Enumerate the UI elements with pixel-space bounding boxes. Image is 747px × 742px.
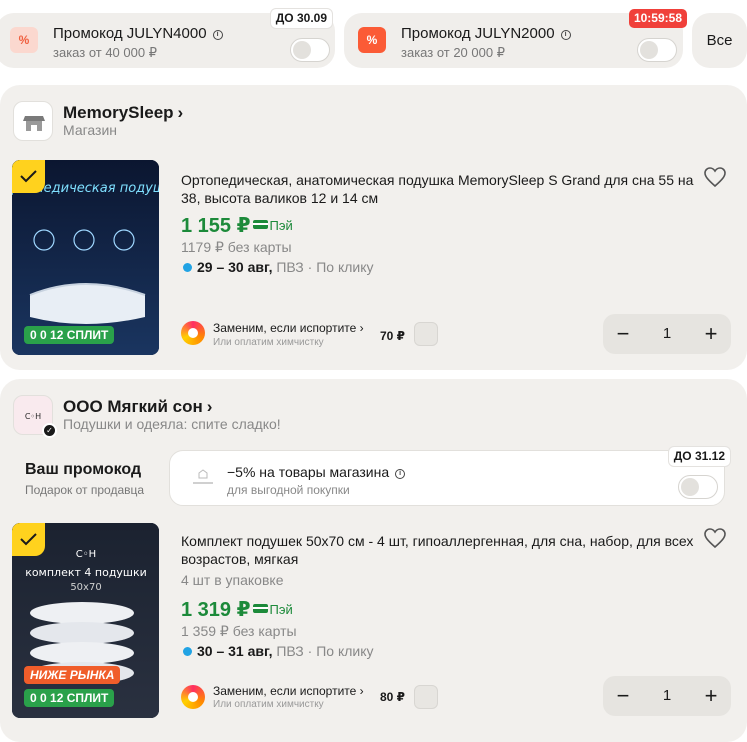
promo-title: Промокод JULYN2000 i	[401, 25, 571, 42]
delivery-info: 30 – 31 авг, ПВЗ · По клику	[183, 643, 374, 659]
percent-coupon-icon: %	[10, 27, 38, 53]
price: 1 155 ₽ Пэй	[181, 215, 293, 237]
increase-button[interactable]: +	[691, 314, 731, 354]
replace-subtitle: Или оплатим химчистку	[213, 337, 324, 348]
delivery-info: 29 – 30 авг, ПВЗ · По клику	[183, 259, 374, 275]
pack-info: 4 шт в упаковке	[181, 572, 284, 588]
image-brand-text: С◦Н	[76, 549, 96, 560]
replace-checkbox[interactable]	[414, 685, 438, 709]
shop-promo-toggle[interactable]	[678, 475, 718, 499]
shop-mini-logo-icon	[193, 469, 213, 484]
split-label: 0 0 12 СПЛИТ	[24, 326, 115, 344]
shop-promo-subtitle: для выгодной покупки	[227, 483, 350, 497]
price: 1 319 ₽ Пэй	[181, 599, 293, 621]
your-promo-title: Ваш промокод	[25, 461, 142, 478]
chevron-right-icon: ›	[206, 397, 213, 416]
shop-promo-card[interactable]: −5% на товары магазина i для выгодной пок…	[169, 447, 730, 506]
verified-icon: ✓	[42, 423, 57, 438]
promo-timer-badge: 10:59:58	[628, 9, 687, 28]
your-promo-subtitle: Подарок от продавца	[25, 483, 145, 497]
shop-name-link[interactable]: ООО Мягкий сон ›	[63, 397, 212, 417]
selected-checkbox[interactable]	[12, 160, 45, 193]
product-image[interactable]: ортопедическая подушка 0 0 12 СПЛИТ	[12, 160, 159, 355]
quantity-stepper: − 1 +	[603, 676, 731, 716]
shop-logo[interactable]: С◦Н ✓	[13, 395, 57, 438]
promo-card-julyn4000[interactable]: % Промокод JULYN4000 i заказ от 40 000 ₽ …	[0, 9, 335, 68]
info-icon[interactable]: i	[560, 30, 571, 40]
replace-title-link[interactable]: Заменим, если испортите ›	[213, 684, 364, 698]
promo-card-julyn2000[interactable]: % Промокод JULYN2000 i заказ от 20 000 ₽ …	[344, 9, 687, 68]
promo-subtitle: заказ от 20 000 ₽	[401, 45, 505, 60]
image-size-text: 50х70	[70, 582, 101, 593]
shop-promo-title: −5% на товары магазина i	[227, 464, 406, 480]
store-icon	[23, 116, 45, 131]
quantity-value: 1	[662, 687, 672, 704]
heart-icon[interactable]	[703, 527, 727, 549]
all-promos-button[interactable]: Все	[692, 13, 747, 68]
quantity-stepper: − 1 +	[603, 314, 731, 354]
card-pay-icon	[252, 604, 268, 613]
shop-subtitle: Магазин	[63, 122, 118, 138]
info-icon[interactable]: i	[395, 469, 406, 479]
replace-service-logo	[181, 685, 205, 709]
shop-block-memorysleep: MemorySleep › Магазин ортопедическая поду…	[0, 85, 747, 370]
shop-name-link[interactable]: MemorySleep ›	[63, 103, 183, 123]
replace-service-logo	[181, 321, 205, 345]
below-market-label: НИЖЕ РЫНКА	[24, 666, 121, 684]
promo-deadline-badge: ДО 31.12	[668, 447, 730, 466]
price-without-card: 1 359 ₽ без карты	[181, 623, 297, 639]
promo-subtitle: заказ от 40 000 ₽	[53, 45, 157, 60]
delivery-dot-icon	[183, 263, 192, 272]
replace-subtitle: Или оплатим химчистку	[213, 699, 324, 710]
promo-toggle[interactable]	[637, 38, 677, 62]
price-without-card: 1179 ₽ без карты	[181, 239, 292, 255]
promo-toggle[interactable]	[290, 38, 330, 62]
replace-price: 80 ₽	[380, 690, 406, 704]
replace-price: 70 ₽	[380, 329, 406, 343]
replace-checkbox[interactable]	[414, 322, 438, 346]
heart-icon[interactable]	[703, 166, 727, 188]
increase-button[interactable]: +	[691, 676, 731, 716]
shop-block-myagkiy-son: С◦Н ✓ ООО Мягкий сон › Подушки и одеяла: …	[0, 379, 747, 742]
decrease-button[interactable]: −	[603, 676, 643, 716]
product-title[interactable]: Комплект подушек 50х70 см - 4 шт, гипоал…	[181, 532, 696, 568]
decrease-button[interactable]: −	[603, 314, 643, 354]
card-pay-icon	[252, 220, 268, 229]
split-label: 0 0 12 СПЛИТ	[24, 689, 115, 707]
shop-subtitle: Подушки и одеяла: спите сладко!	[63, 416, 281, 432]
selected-checkbox[interactable]	[12, 523, 45, 556]
product-image[interactable]: С◦Н комплект 4 подушки 50х70 НИЖЕ РЫНКА …	[12, 523, 159, 718]
check-icon	[20, 533, 37, 546]
delivery-dot-icon	[183, 647, 192, 656]
chevron-right-icon: ›	[177, 103, 184, 122]
percent-coupon-icon: %	[358, 27, 386, 53]
replace-title-link[interactable]: Заменим, если испортите ›	[213, 321, 364, 335]
shop-logo[interactable]	[13, 101, 53, 141]
svg-text:С◦Н: С◦Н	[25, 412, 41, 421]
promo-deadline-badge: ДО 30.09	[270, 9, 332, 28]
check-icon	[20, 170, 37, 183]
info-icon[interactable]: i	[212, 30, 223, 40]
image-caption: комплект 4 подушки	[25, 566, 147, 579]
promo-title: Промокод JULYN4000 i	[53, 25, 223, 42]
promo-strip: % Промокод JULYN4000 i заказ от 40 000 ₽ …	[0, 0, 747, 70]
quantity-value: 1	[662, 325, 672, 342]
product-title[interactable]: Ортопедическая, анатомическая подушка Me…	[181, 171, 696, 207]
